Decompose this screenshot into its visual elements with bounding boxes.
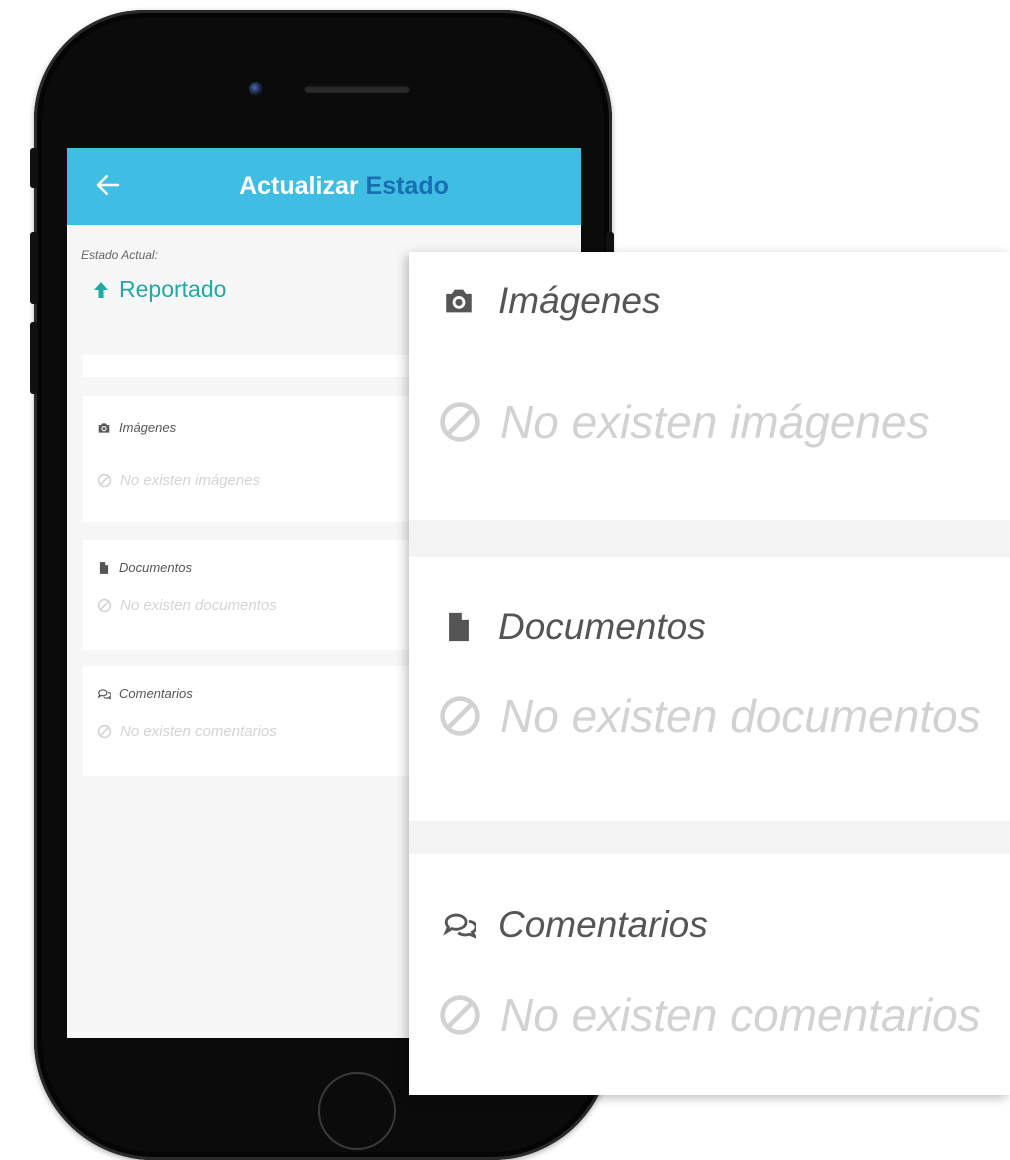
silent-switch bbox=[30, 148, 38, 188]
file-icon bbox=[449, 612, 469, 642]
comments-title: Comentarios bbox=[119, 686, 193, 701]
zoom-documents-title-text: Documentos bbox=[498, 606, 706, 647]
zoom-images-empty: No existen imágenes bbox=[438, 395, 930, 449]
comments-empty: No existen comentarios bbox=[97, 723, 277, 740]
zoom-panel: Imágenes No existen imágenes Documentos … bbox=[409, 252, 1010, 1095]
images-title: Imágenes bbox=[119, 420, 177, 435]
zoom-comments-empty-text: No existen comentarios bbox=[500, 989, 981, 1041]
zoom-comments-title: Comentarios bbox=[442, 904, 708, 946]
images-empty: No existen imágenes bbox=[97, 472, 260, 489]
zoom-images-section: Imágenes No existen imágenes bbox=[409, 252, 1010, 520]
title-main: Actualizar bbox=[239, 172, 359, 200]
zoom-documents-title: Documentos bbox=[442, 606, 706, 648]
estado-label: Estado Actual: bbox=[81, 248, 158, 262]
zoom-comments-empty: No existen comentarios bbox=[438, 988, 981, 1042]
volume-down-button bbox=[30, 322, 38, 394]
zoom-documents-empty-text: No existen documentos bbox=[500, 690, 981, 742]
estado-value-text: Reportado bbox=[119, 276, 227, 302]
front-camera bbox=[249, 82, 263, 96]
app-bar: Actualizar Estado bbox=[67, 148, 581, 225]
ban-icon bbox=[440, 995, 480, 1035]
camera-icon bbox=[446, 289, 472, 313]
camera-icon bbox=[98, 422, 110, 433]
ban-icon bbox=[440, 696, 480, 736]
estado-value: Reportado bbox=[93, 276, 226, 303]
ban-icon bbox=[97, 724, 112, 739]
images-empty-text: No existen imágenes bbox=[120, 472, 261, 489]
comments-empty-text: No existen comentarios bbox=[120, 723, 277, 740]
comments-card-title: Comentarios bbox=[97, 686, 193, 701]
zoom-images-title: Imágenes bbox=[442, 280, 661, 322]
arrow-up-icon bbox=[94, 281, 108, 298]
title-accent: Estado bbox=[365, 172, 449, 200]
file-icon bbox=[99, 561, 109, 574]
earpiece-speaker bbox=[304, 85, 410, 93]
zoom-images-title-text: Imágenes bbox=[498, 280, 661, 321]
zoom-documents-empty: No existen documentos bbox=[438, 689, 981, 743]
zoom-comments-section: Comentarios No existen comentarios bbox=[409, 854, 1010, 1095]
comments-icon bbox=[443, 913, 476, 939]
documents-empty-text: No existen documentos bbox=[120, 597, 277, 614]
zoom-images-empty-text: No existen imágenes bbox=[500, 396, 930, 448]
documents-title: Documentos bbox=[119, 560, 192, 575]
documents-empty: No existen documentos bbox=[97, 597, 277, 614]
zoom-comments-title-text: Comentarios bbox=[498, 904, 708, 945]
ban-icon bbox=[97, 473, 112, 488]
zoom-documents-section: Documentos No existen documentos bbox=[409, 557, 1010, 821]
volume-up-button bbox=[30, 232, 38, 304]
home-button[interactable] bbox=[318, 1072, 396, 1150]
ban-icon bbox=[440, 402, 480, 442]
comments-icon bbox=[97, 688, 111, 700]
images-card-title: Imágenes bbox=[97, 420, 176, 435]
page-title: Actualizar Estado bbox=[67, 172, 581, 201]
ban-icon bbox=[97, 598, 112, 613]
documents-card-title: Documentos bbox=[97, 560, 192, 575]
